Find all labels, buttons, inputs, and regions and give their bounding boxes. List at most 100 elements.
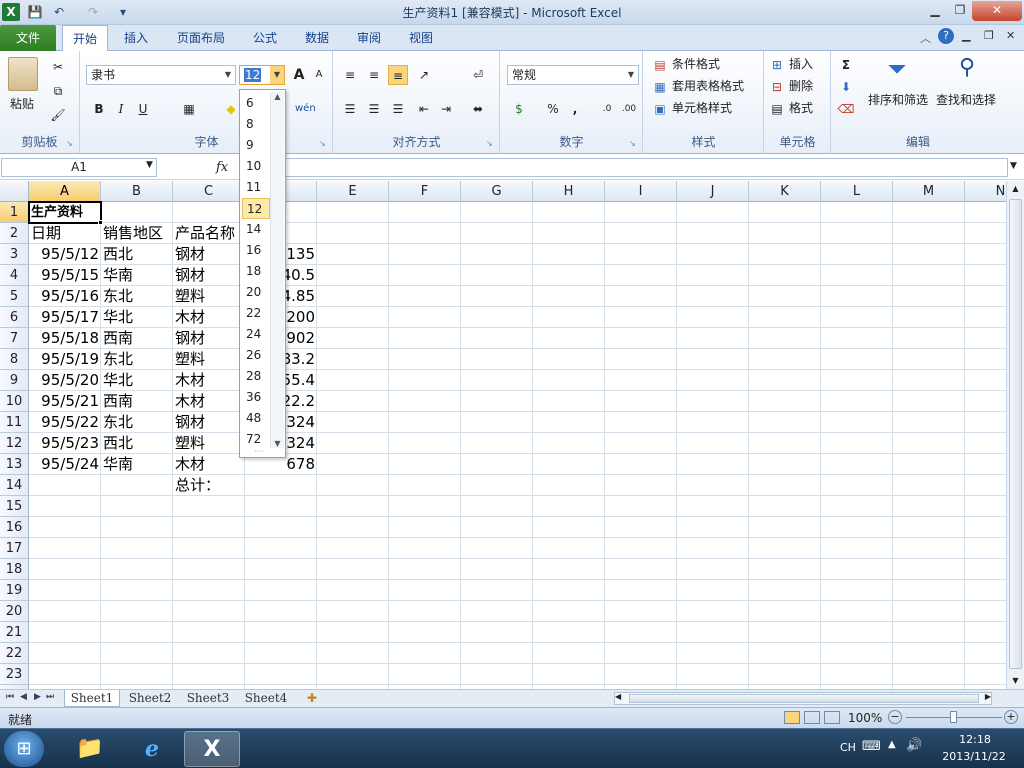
row-header-14[interactable]: 14 — [0, 475, 29, 496]
row-header-8[interactable]: 8 — [0, 349, 29, 370]
cell-styles-button[interactable]: 单元格样式 — [672, 99, 732, 119]
font-size-option-24[interactable]: 24 — [242, 324, 270, 345]
font-size-option-22[interactable]: 22 — [242, 303, 270, 324]
column-header-g[interactable]: G — [461, 181, 533, 202]
cell-a9[interactable]: 95/5/20 — [31, 370, 99, 391]
grow-font-icon[interactable]: A — [289, 65, 309, 85]
row-header-7[interactable]: 7 — [0, 328, 29, 349]
align-top-icon[interactable]: ≡ — [340, 65, 360, 85]
row-header-11[interactable]: 11 — [0, 412, 29, 433]
normal-view-icon[interactable] — [784, 711, 800, 724]
align-middle-icon[interactable]: ≡ — [364, 65, 384, 85]
font-size-option-6[interactable]: 6 — [242, 93, 270, 114]
scroll-down-icon[interactable]: ▼ — [1007, 673, 1024, 689]
font-size-option-36[interactable]: 36 — [242, 387, 270, 408]
cell-c8[interactable]: 塑料 — [175, 349, 243, 370]
merge-center-icon[interactable]: ⬌ — [468, 99, 488, 119]
fill-color-icon[interactable]: ◆ — [221, 99, 241, 119]
percent-button[interactable]: % — [543, 99, 563, 119]
row-header-4[interactable]: 4 — [0, 265, 29, 286]
wrap-text-icon[interactable]: ⏎ — [468, 65, 488, 85]
insert-function-icon[interactable]: fx — [216, 158, 236, 177]
font-size-option-16[interactable]: 16 — [242, 240, 270, 261]
row-header-9[interactable]: 9 — [0, 370, 29, 391]
sheet-nav-prev-icon[interactable]: ◀ — [20, 692, 27, 702]
column-header-m[interactable]: M — [893, 181, 965, 202]
horizontal-scrollbar[interactable]: ◀ ▶ — [614, 692, 992, 705]
cell-a2[interactable]: 日期 — [31, 223, 99, 244]
orientation-icon[interactable]: ↗ — [414, 65, 434, 85]
cell-c3[interactable]: 钢材 — [175, 244, 243, 265]
help-icon[interactable]: ? — [938, 28, 954, 44]
clock-time[interactable]: 12:18 — [950, 733, 1000, 746]
tab-file[interactable]: 文件 — [0, 25, 56, 51]
italic-button[interactable]: I — [111, 99, 131, 119]
select-all-corner[interactable] — [0, 181, 29, 202]
column-header-a[interactable]: A — [29, 181, 101, 202]
row-header-20[interactable]: 20 — [0, 601, 29, 622]
row-header-17[interactable]: 17 — [0, 538, 29, 559]
cell-a7[interactable]: 95/5/18 — [31, 328, 99, 349]
ime-icon[interactable]: ⌨ — [862, 739, 881, 754]
format-cells-button[interactable]: 格式 — [789, 99, 813, 119]
column-header-j[interactable]: J — [677, 181, 749, 202]
cell-a13[interactable]: 95/5/24 — [31, 454, 99, 475]
currency-icon[interactable]: $ — [509, 99, 529, 119]
cell-c7[interactable]: 钢材 — [175, 328, 243, 349]
sort-filter-button[interactable]: 排序和筛选 — [868, 91, 928, 111]
cell-a10[interactable]: 95/5/21 — [31, 391, 99, 412]
cell-b10[interactable]: 西南 — [103, 391, 171, 412]
cell-a5[interactable]: 95/5/16 — [31, 286, 99, 307]
font-size-option-18[interactable]: 18 — [242, 261, 270, 282]
sheet-tab-sheet2[interactable]: Sheet2 — [122, 690, 178, 707]
row-header-22[interactable]: 22 — [0, 643, 29, 664]
sheet-nav-first-icon[interactable]: ⏮ — [6, 692, 14, 702]
column-header-n[interactable]: N — [965, 181, 1006, 202]
row-header-10[interactable]: 10 — [0, 391, 29, 412]
font-launcher-icon[interactable]: ↘ — [319, 140, 328, 149]
scroll-left-icon[interactable]: ◀ — [615, 692, 621, 701]
row-header-15[interactable]: 15 — [0, 496, 29, 517]
increase-indent-icon[interactable]: ⇥ — [436, 99, 456, 119]
tab-data[interactable]: 数据 — [296, 25, 338, 51]
cell-b2[interactable]: 销售地区 — [103, 223, 171, 244]
cell-b5[interactable]: 东北 — [103, 286, 171, 307]
restore-button[interactable]: ❐ — [947, 1, 973, 21]
row-header-5[interactable]: 5 — [0, 286, 29, 307]
column-header-b[interactable]: B — [101, 181, 173, 202]
align-right-icon[interactable]: ☰ — [388, 99, 408, 119]
cell-b12[interactable]: 西北 — [103, 433, 171, 454]
number-format-combo[interactable]: 常规 ▼ — [507, 65, 639, 85]
expand-formula-bar-icon[interactable]: ▼ — [1010, 161, 1017, 171]
column-header-c[interactable]: C — [173, 181, 245, 202]
row-header-3[interactable]: 3 — [0, 244, 29, 265]
insert-sheet-icon[interactable]: ✚ — [302, 690, 322, 707]
cell-b13[interactable]: 华南 — [103, 454, 171, 475]
column-header-h[interactable]: H — [533, 181, 605, 202]
chevron-down-icon[interactable]: ▼ — [270, 66, 284, 84]
cell-c10[interactable]: 木材 — [175, 391, 243, 412]
shrink-font-icon[interactable]: A — [309, 65, 329, 85]
font-size-option-14[interactable]: 14 — [242, 219, 270, 240]
column-header-e[interactable]: E — [317, 181, 389, 202]
worksheet-grid[interactable]: ABCDEFGHIJKLMN12345678910111213141516171… — [0, 181, 1006, 689]
explorer-taskbar-icon[interactable]: 📁 — [62, 731, 118, 767]
h-scroll-thumb[interactable] — [629, 694, 979, 703]
page-break-view-icon[interactable] — [824, 711, 840, 724]
page-layout-view-icon[interactable] — [804, 711, 820, 724]
cell-b3[interactable]: 西北 — [103, 244, 171, 265]
font-size-option-48[interactable]: 48 — [242, 408, 270, 429]
cell-b6[interactable]: 华北 — [103, 307, 171, 328]
scroll-thumb[interactable] — [1009, 199, 1022, 669]
row-header-18[interactable]: 18 — [0, 559, 29, 580]
sheet-tab-sheet4[interactable]: Sheet4 — [238, 690, 294, 707]
align-bottom-icon[interactable]: ≡ — [388, 65, 408, 85]
comma-button[interactable]: , — [565, 99, 585, 119]
formula-input[interactable]: 资料 — [240, 158, 1008, 177]
row-header-6[interactable]: 6 — [0, 307, 29, 328]
zoom-slider-thumb[interactable] — [950, 711, 957, 723]
excel-taskbar-icon[interactable]: X — [184, 731, 240, 767]
font-size-option-12[interactable]: 12 — [242, 198, 270, 219]
language-indicator[interactable]: CH — [840, 741, 856, 754]
font-size-option-10[interactable]: 10 — [242, 156, 270, 177]
